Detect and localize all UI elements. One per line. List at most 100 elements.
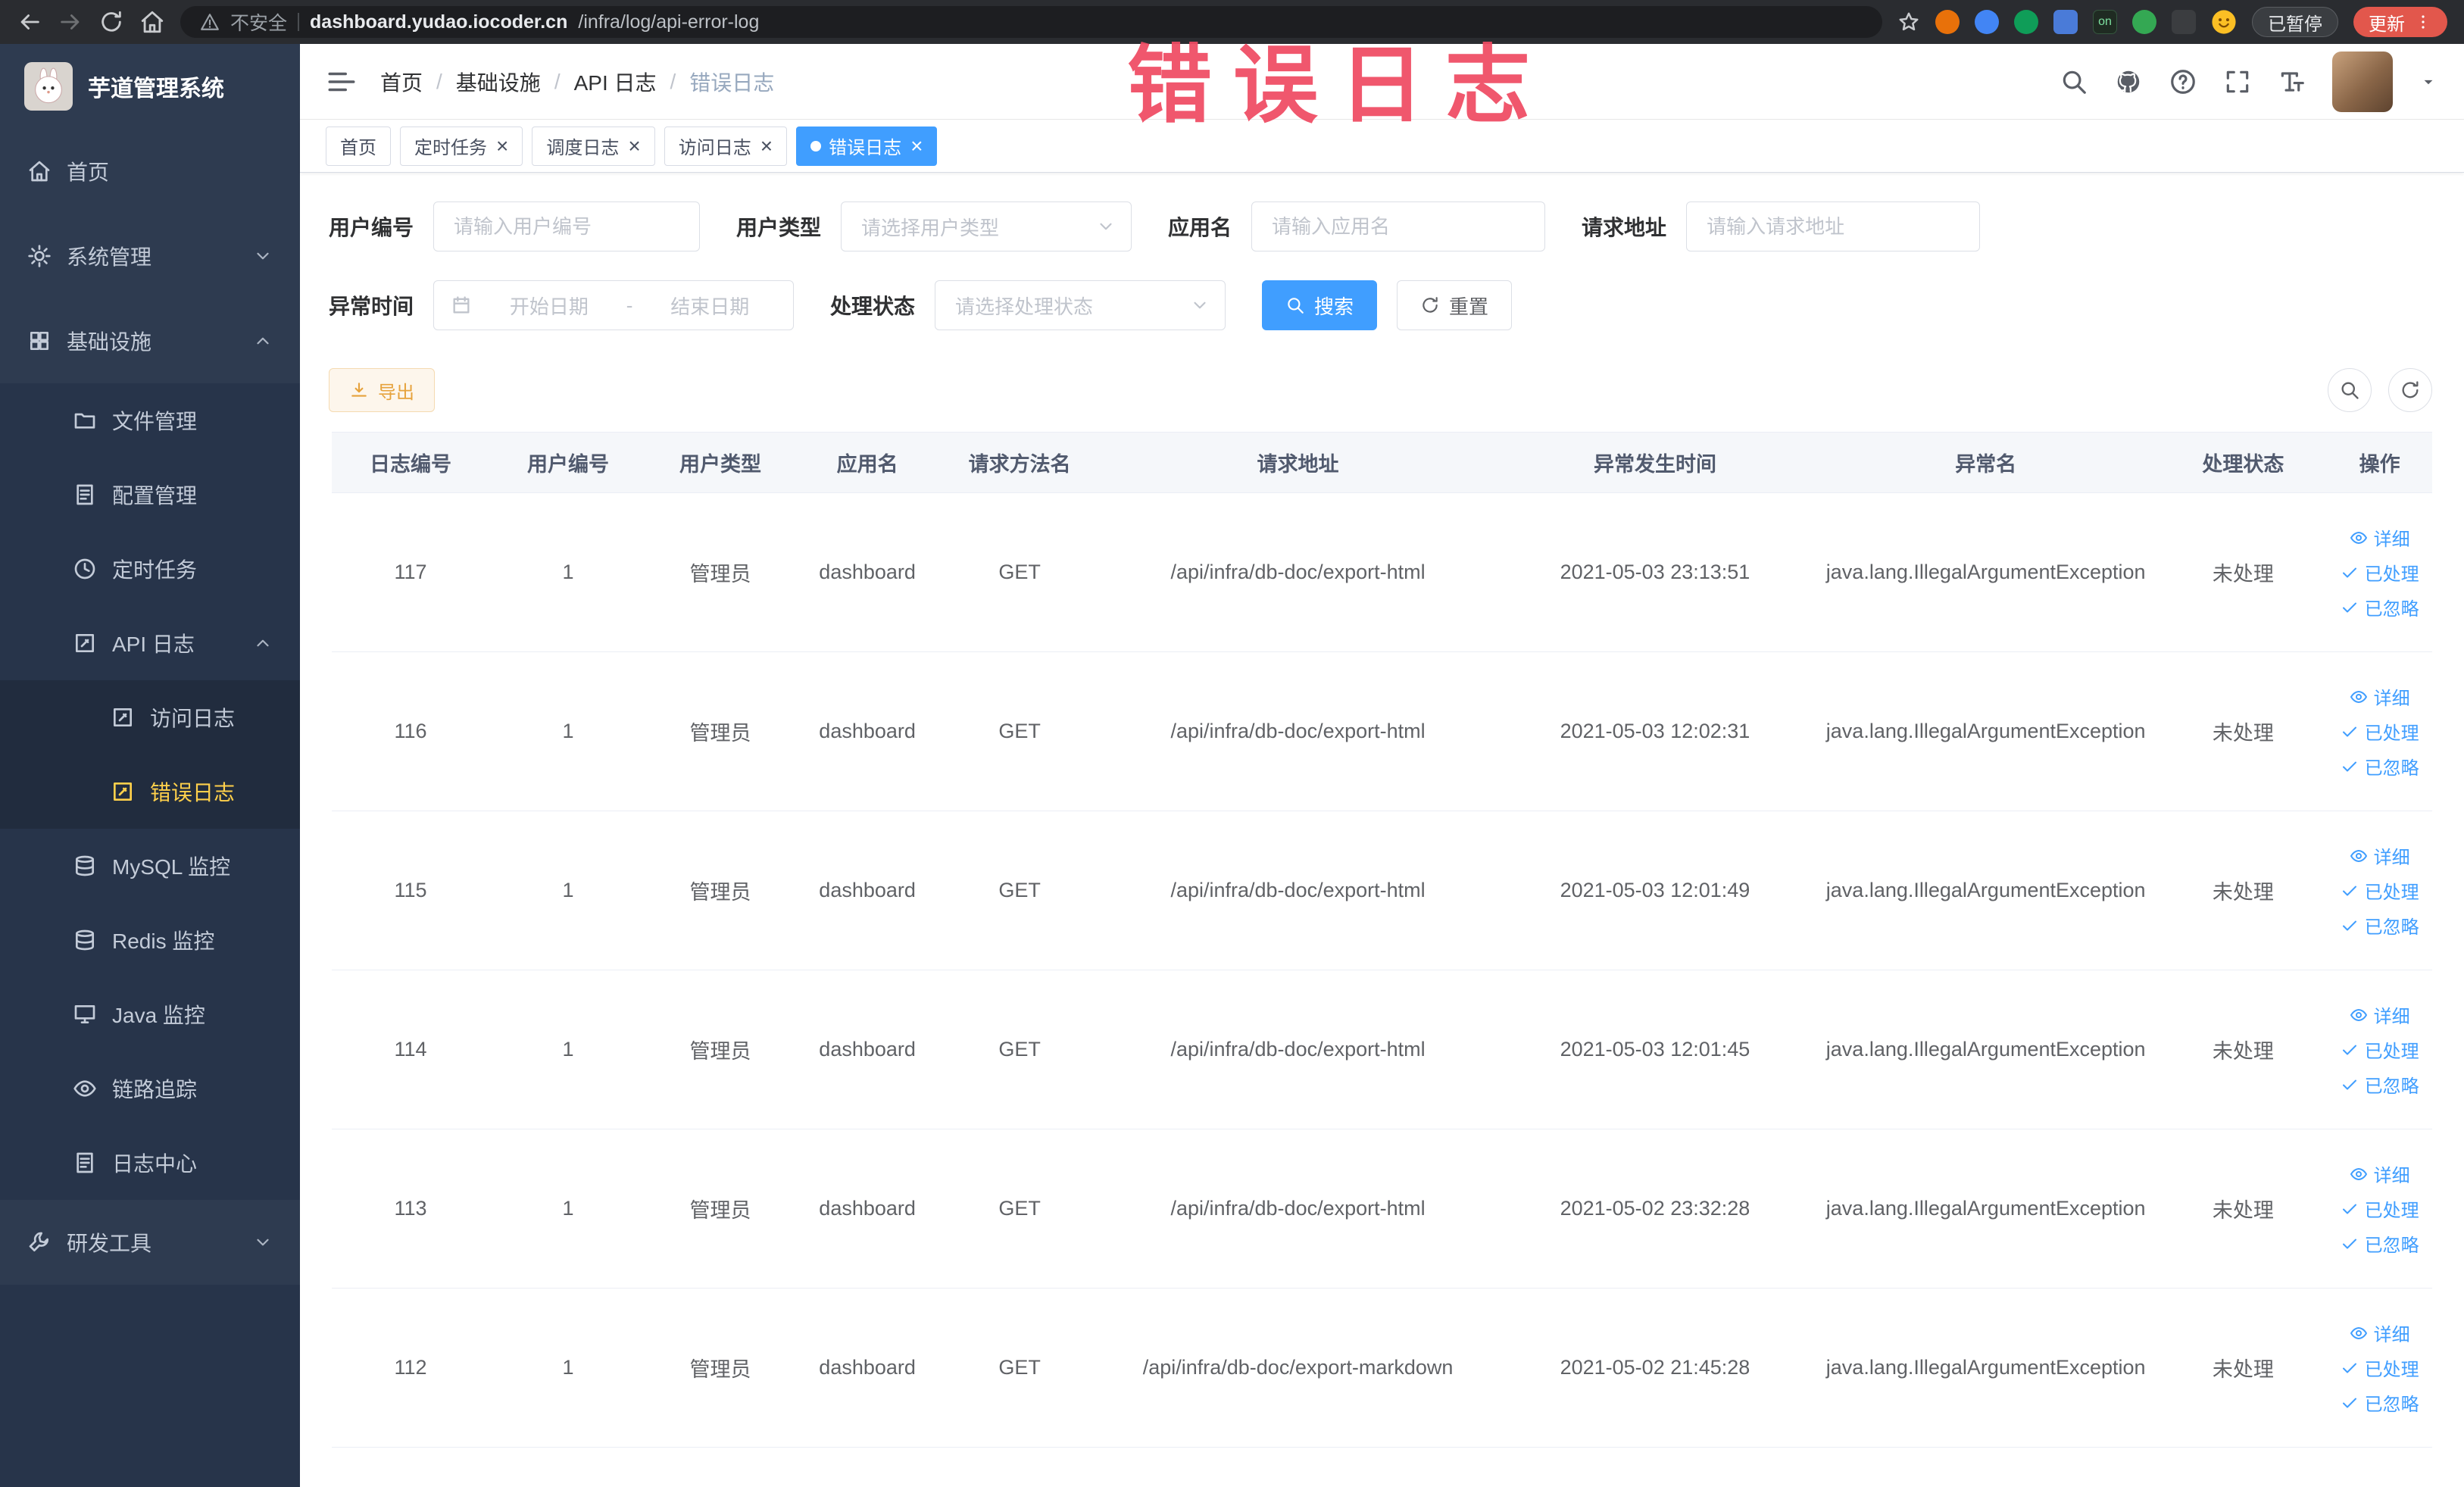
sidebar-item-error-log[interactable]: 错误日志 — [0, 754, 300, 829]
font-size-icon[interactable] — [2278, 67, 2306, 96]
exception-time-range-picker[interactable]: 开始日期 - 结束日期 — [433, 280, 795, 330]
cell-log-id: 115 — [332, 811, 489, 970]
smiley-avatar-icon[interactable] — [2211, 9, 2237, 35]
extension-icon-2[interactable] — [1975, 10, 1999, 34]
tab-scheduled-job[interactable]: 定时任务 × — [400, 126, 523, 166]
extension-icon-3[interactable] — [2014, 10, 2038, 34]
user-avatar[interactable] — [2332, 51, 2393, 112]
action-ignored-link[interactable]: 已忽略 — [2334, 1226, 2425, 1261]
sidebar-item-config-manage[interactable]: 配置管理 — [0, 458, 300, 532]
sidebar-item-redis-monitor[interactable]: Redis 监控 — [0, 903, 300, 977]
help-icon[interactable] — [2169, 67, 2197, 96]
toggle-search-button[interactable] — [2328, 368, 2372, 412]
extension-on-icon[interactable]: on — [2093, 10, 2117, 34]
table-wrapper: 日志编号 用户编号 用户类型 应用名 请求方法名 请求地址 异常发生时间 异常名 处理状态 操作 … — [300, 432, 2464, 1487]
column-header: 用户类型 — [646, 432, 795, 493]
action-detail-link[interactable]: 详细 — [2334, 520, 2425, 555]
sidebar-item-dev-tools[interactable]: 研发工具 — [0, 1200, 300, 1285]
sidebar-item-java-monitor[interactable]: Java 监控 — [0, 977, 300, 1051]
reset-button[interactable]: 重置 — [1397, 280, 1513, 330]
action-detail-link[interactable]: 详细 — [2334, 839, 2425, 873]
action-ignored-link[interactable]: 已忽略 — [2334, 908, 2425, 943]
sidebar-item-trace[interactable]: 链路追踪 — [0, 1051, 300, 1126]
reload-icon[interactable] — [98, 9, 124, 35]
app-name-input[interactable] — [1251, 201, 1546, 251]
check-icon — [2341, 917, 2359, 935]
close-icon[interactable]: × — [910, 135, 923, 157]
sidebar-item-system[interactable]: 系统管理 — [0, 214, 300, 298]
close-icon[interactable]: × — [628, 135, 640, 157]
cell-user-type: 管理员 — [646, 1288, 795, 1448]
sidebar-item-label: 研发工具 — [67, 1232, 152, 1255]
action-detail-link[interactable]: 详细 — [2334, 1316, 2425, 1351]
action-ignored-link[interactable]: 已忽略 — [2334, 1067, 2425, 1102]
action-ignored-link[interactable]: 已忽略 — [2334, 749, 2425, 784]
main-content: 首页 / 基础设施 / API 日志 / 错误日志 首页 定时任务 × 调度日志 × 访问日志 × 错误日… — [300, 44, 2464, 1487]
tab-error-log[interactable]: 错误日志 × — [796, 126, 938, 166]
column-header: 请求方法名 — [941, 432, 1099, 493]
cell-status: 未处理 — [2159, 970, 2328, 1129]
address-bar[interactable]: 不安全 dashboard.yudao.iocoder.cn/infra/log… — [180, 6, 1882, 38]
action-processed-link[interactable]: 已处理 — [2334, 1032, 2425, 1067]
paused-badge[interactable]: 已暂停 — [2252, 7, 2338, 37]
extension-icon-5[interactable] — [2132, 10, 2156, 34]
check-icon — [2341, 882, 2359, 900]
close-icon[interactable]: × — [496, 135, 508, 157]
security-label[interactable]: 不安全 — [230, 8, 287, 36]
sidebar-item-scheduled-job[interactable]: 定时任务 — [0, 532, 300, 606]
action-detail-link[interactable]: 详细 — [2334, 998, 2425, 1032]
process-status-select[interactable]: 请选择处理状态 — [935, 280, 1226, 330]
browser-home-icon[interactable] — [139, 9, 165, 35]
logo-image — [24, 62, 73, 111]
sidebar-item-home[interactable]: 首页 — [0, 129, 300, 214]
action-processed-link[interactable]: 已处理 — [2334, 873, 2425, 908]
cell-app-name: dashboard — [794, 1129, 942, 1289]
action-processed-link[interactable]: 已处理 — [2334, 1192, 2425, 1226]
user-id-input[interactable] — [433, 201, 701, 251]
user-type-select[interactable]: 请选择用户类型 — [841, 201, 1132, 251]
action-detail-link[interactable]: 详细 — [2334, 1157, 2425, 1192]
action-detail-link[interactable]: 详细 — [2334, 679, 2425, 714]
extension-icon-1[interactable] — [1935, 10, 1960, 34]
refresh-button[interactable] — [2388, 368, 2432, 412]
tab-home[interactable]: 首页 — [326, 126, 391, 166]
search-icon[interactable] — [2060, 67, 2088, 96]
export-button[interactable]: 导出 — [329, 368, 435, 412]
back-icon[interactable] — [17, 9, 42, 35]
sidebar-item-api-log[interactable]: API 日志 — [0, 606, 300, 680]
breadcrumb-item[interactable]: 基础设施 — [456, 67, 541, 97]
github-icon[interactable] — [2114, 67, 2143, 96]
action-processed-link[interactable]: 已处理 — [2334, 555, 2425, 590]
app-logo[interactable]: 芋道管理系统 — [0, 44, 300, 129]
request-url-input[interactable] — [1686, 201, 1981, 251]
sidebar-item-mysql-monitor[interactable]: MySQL 监控 — [0, 829, 300, 903]
breadcrumb-item[interactable]: 首页 — [380, 67, 423, 97]
browser-menu-dots-icon[interactable] — [2414, 13, 2432, 31]
sidebar-item-access-log[interactable]: 访问日志 — [0, 680, 300, 754]
extension-icon-6[interactable] — [2172, 10, 2196, 34]
hamburger-icon[interactable] — [326, 66, 358, 98]
cell-method: GET — [941, 1288, 1099, 1448]
action-processed-link[interactable]: 已处理 — [2334, 714, 2425, 749]
update-button[interactable]: 更新 — [2353, 7, 2447, 37]
bookmark-star-icon[interactable] — [1897, 11, 1920, 33]
breadcrumb-item[interactable]: API 日志 — [574, 67, 657, 97]
action-processed-link[interactable]: 已处理 — [2334, 1351, 2425, 1385]
forward-icon[interactable] — [58, 9, 83, 35]
action-ignored-link[interactable]: 已忽略 — [2334, 590, 2425, 625]
search-button[interactable]: 搜索 — [1262, 280, 1378, 330]
tab-schedule-log[interactable]: 调度日志 × — [532, 126, 655, 166]
sidebar-item-file-manage[interactable]: 文件管理 — [0, 383, 300, 458]
user-id-label: 用户编号 — [329, 216, 414, 239]
tab-access-log[interactable]: 访问日志 × — [664, 126, 788, 166]
sidebar-item-log-center[interactable]: 日志中心 — [0, 1126, 300, 1200]
cell-exception: java.lang.IllegalArgumentException — [1812, 970, 2160, 1129]
extension-icon-4[interactable] — [2053, 10, 2078, 34]
fullscreen-icon[interactable] — [2223, 67, 2252, 96]
column-header: 应用名 — [794, 432, 942, 493]
sidebar-item-infra[interactable]: 基础设施 — [0, 298, 300, 383]
close-icon[interactable]: × — [760, 135, 773, 157]
action-ignored-link[interactable]: 已忽略 — [2334, 1385, 2425, 1420]
caret-down-icon[interactable] — [2419, 72, 2438, 92]
url-divider — [298, 13, 300, 31]
